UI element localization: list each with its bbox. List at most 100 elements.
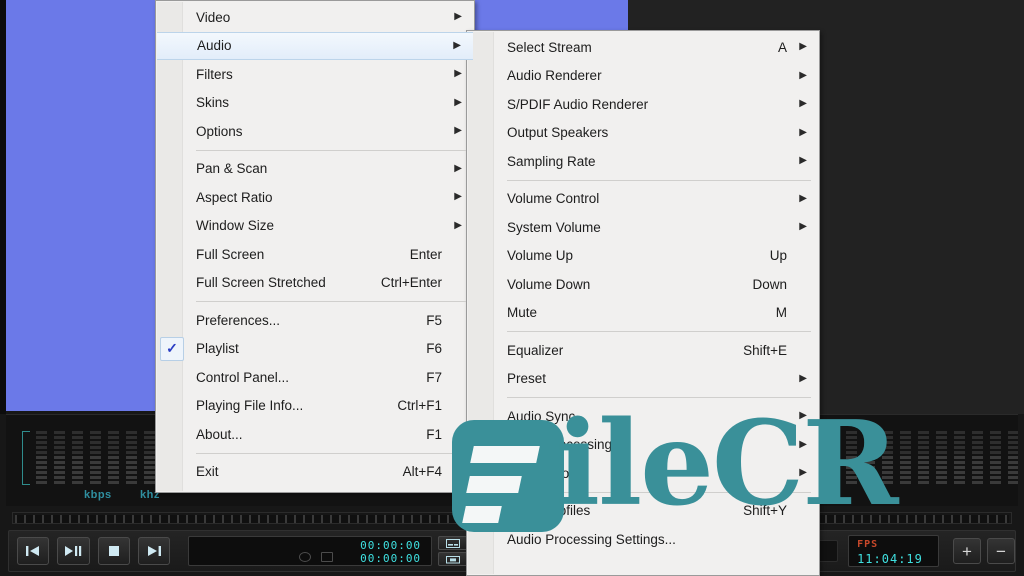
menu-item[interactable]: Volume Down Down [467, 270, 819, 299]
spectrum-segment [72, 461, 83, 464]
menu-item[interactable]: Playing File Info... Ctrl+F1 [156, 392, 474, 421]
spectrum-segment [72, 476, 83, 479]
spectrum-segment [882, 446, 893, 449]
menu-item-label: Volume Control [507, 191, 600, 207]
spectrum-segment [108, 466, 119, 469]
screenshot-button[interactable] [438, 552, 469, 566]
menu-item[interactable]: Video ▶ [156, 3, 474, 32]
menu-item-label: Select Stream [507, 39, 592, 55]
spectrum-segment [108, 441, 119, 444]
menu-item[interactable]: Mute M [467, 299, 819, 328]
menu-item-shortcut: Ctrl+F1 [397, 398, 442, 414]
menu-item[interactable]: ✓ Playlist F6 [156, 335, 474, 364]
spectrum-segment [918, 466, 929, 469]
spectrum-segment [108, 431, 119, 434]
spectrum-segment [126, 456, 137, 459]
menu-item[interactable]: Select Stream A ▶ [467, 33, 819, 62]
menu-item-label: Full Screen Stretched [196, 275, 326, 291]
menu-item[interactable]: Options ▶ [156, 117, 474, 146]
menu-item-label: Window Size [196, 218, 275, 234]
spectrum-segment [882, 461, 893, 464]
spectrum-segment [126, 471, 137, 474]
chevron-right-icon: ▶ [799, 410, 807, 422]
chevron-right-icon: ▶ [799, 155, 807, 167]
zoom-out-button[interactable]: − [986, 538, 1015, 564]
menu-item[interactable]: Preferences... F5 [156, 306, 474, 335]
menu-item[interactable]: System Volume ▶ [467, 213, 819, 242]
spectrum-segment [828, 446, 839, 449]
menu-item[interactable]: Audio Processing ▶ [467, 431, 819, 460]
menu-item-label: Audio Boost [507, 465, 580, 481]
spectrum-segment [144, 461, 155, 464]
spectrum-segment [144, 446, 155, 449]
spectrum-segment [828, 431, 839, 434]
spectrum-segment [864, 476, 875, 479]
menu-item[interactable]: Audio ▶ [157, 31, 473, 60]
menu-item-shortcut: A [777, 39, 787, 55]
menu-item[interactable]: Skins ▶ [156, 89, 474, 118]
subtitle-toggle-button[interactable] [438, 536, 469, 550]
menu-item[interactable]: Audio Sync ▶ [467, 402, 819, 431]
spectrum-segment [1008, 466, 1018, 469]
menu-item[interactable]: Audio Renderer ▶ [467, 62, 819, 91]
menu-item-label: Aspect Ratio [196, 189, 273, 205]
menu-item[interactable]: Equalizer Shift+E [467, 336, 819, 365]
menu-item[interactable]: Window Size ▶ [156, 212, 474, 241]
next-button[interactable] [137, 537, 170, 565]
zoom-in-button[interactable]: + [952, 538, 981, 564]
menu-item[interactable]: Volume Up Up [467, 242, 819, 271]
spectrum-segment [846, 446, 857, 449]
spectrum-column [126, 431, 137, 484]
spectrum-segment [36, 441, 47, 444]
menu-item-label: Filters [196, 66, 233, 82]
spectrum-segment [954, 436, 965, 439]
spectrum-segment [954, 441, 965, 444]
spectrum-segment [936, 446, 947, 449]
menu-item[interactable]: Audio Boost ▶ [467, 459, 819, 488]
menu-item[interactable]: Filters ▶ [156, 60, 474, 89]
spectrum-segment [126, 446, 137, 449]
menu-item[interactable]: Control Panel... F7 [156, 363, 474, 392]
chevron-right-icon: ▶ [799, 372, 807, 384]
menu-item[interactable]: Exit Alt+F4 [156, 458, 474, 487]
menu-item[interactable]: Aspect Ratio ▶ [156, 183, 474, 212]
spectrum-column [900, 431, 911, 484]
spectrum-segment [864, 431, 875, 434]
spectrum-column [1008, 431, 1018, 484]
spectrum-segment [918, 476, 929, 479]
menu-item[interactable]: ✓ Audio Profiles Shift+Y [467, 497, 819, 526]
previous-button[interactable] [17, 537, 50, 565]
menu-item[interactable]: S/PDIF Audio Renderer ▶ [467, 90, 819, 119]
menu-item-label: Preset [507, 371, 547, 387]
menu-item-label: Output Speakers [507, 125, 609, 141]
play-pause-button[interactable] [57, 537, 90, 565]
spectrum-segment [90, 466, 101, 469]
spectrum-segment [918, 451, 929, 454]
spectrum-segment [882, 481, 893, 484]
menu-item[interactable]: Volume Control ▶ [467, 185, 819, 214]
spectrum-segment [90, 471, 101, 474]
spectrum-segment [90, 436, 101, 439]
spectrum-segment [846, 451, 857, 454]
menu-item[interactable]: About... F1 [156, 420, 474, 449]
spectrum-segment [36, 451, 47, 454]
menu-item[interactable]: Preset ▶ [467, 365, 819, 394]
stop-button[interactable] [97, 537, 130, 565]
main-context-menu[interactable]: Video ▶ Audio ▶ Filters ▶ Skins ▶ Options ▶ Pan & … [155, 0, 475, 493]
spectrum-column [72, 431, 83, 484]
menu-separator [196, 452, 466, 454]
time-display: 00:00:00 00:00:00 [188, 536, 433, 566]
menu-item[interactable]: Sampling Rate ▶ [467, 147, 819, 176]
spectrum-segment [36, 466, 47, 469]
menu-item[interactable]: Output Speakers ▶ [467, 119, 819, 148]
menu-item-shortcut: M [775, 305, 787, 321]
audio-submenu[interactable]: Select Stream A ▶ Audio Renderer ▶ S/PDIF Aud… [466, 30, 820, 576]
spectrum-segment [900, 466, 911, 469]
menu-item[interactable]: Full Screen Enter [156, 240, 474, 269]
spectrum-segment [864, 446, 875, 449]
spectrum-segment [144, 431, 155, 434]
menu-item[interactable]: Pan & Scan ▶ [156, 155, 474, 184]
menu-item[interactable]: Full Screen Stretched Ctrl+Enter [156, 269, 474, 298]
menu-item[interactable]: Audio Processing Settings... [467, 525, 819, 554]
spectrum-segment [972, 431, 983, 434]
